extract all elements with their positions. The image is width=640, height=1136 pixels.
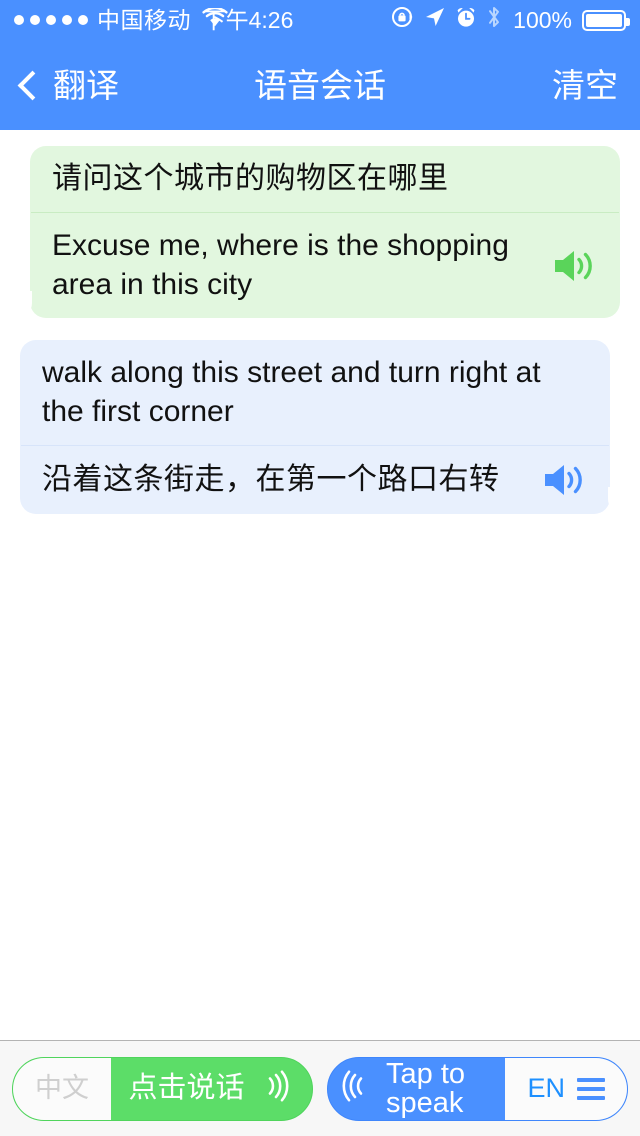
english-speak-button[interactable]: Tap to speak EN <box>327 1056 628 1121</box>
message-translation-line: 沿着这条街走，在第一个路口右转 <box>20 446 610 514</box>
wifi-icon <box>202 6 228 34</box>
back-button-label: 翻译 <box>53 66 119 104</box>
message-source-line: 请问这个城市的购物区在哪里 <box>30 146 620 212</box>
english-speak-label: Tap to speak <box>386 1057 465 1119</box>
status-bar: 中国移动 下午4:26 100% <box>0 0 640 40</box>
battery-full-icon <box>582 9 630 31</box>
speaker-icon[interactable] <box>542 460 588 500</box>
location-arrow-icon <box>424 6 446 34</box>
message-row: 请问这个城市的购物区在哪里 Excuse me, where is the sh… <box>0 146 640 320</box>
message-source-line: walk along this street and turn right at… <box>20 340 610 445</box>
chinese-speak-button[interactable]: 中文 点击说话 <box>12 1056 313 1121</box>
chinese-speak-segment[interactable]: 点击说话 <box>111 1058 312 1120</box>
message-bubble-incoming[interactable]: walk along this street and turn right at… <box>20 340 628 515</box>
chinese-speak-label: 点击说话 <box>128 1072 245 1104</box>
carrier-label: 中国移动 <box>97 6 191 33</box>
hamburger-menu-icon[interactable] <box>577 1077 605 1100</box>
conversation-list[interactable]: 请问这个城市的购物区在哪里 Excuse me, where is the sh… <box>0 130 640 1040</box>
chinese-language-label[interactable]: 中文 <box>13 1057 111 1120</box>
app-screen: 中国移动 下午4:26 100% 翻译 语音会话 清空 请问这个城市的购物区在哪… <box>0 0 640 1136</box>
message-row: walk along this street and turn right at… <box>0 340 640 515</box>
status-bar-right: 100% <box>391 5 630 35</box>
bluetooth-icon <box>486 5 502 35</box>
message-source-text: walk along this street and turn right at… <box>42 356 541 428</box>
english-speak-segment[interactable]: Tap to speak <box>328 1058 505 1120</box>
rotation-lock-icon <box>391 5 415 35</box>
message-bubble-outgoing[interactable]: 请问这个城市的购物区在哪里 Excuse me, where is the sh… <box>12 146 620 320</box>
message-gap <box>0 318 640 340</box>
message-translation-text: Excuse me, where is the shopping area in… <box>52 229 509 301</box>
back-button[interactable]: 翻译 <box>17 66 119 104</box>
status-bar-left: 中国移动 <box>14 6 228 34</box>
bottom-toolbar: 中文 点击说话 Tap to speak EN <box>0 1040 640 1136</box>
battery-percent-label: 100% <box>513 6 572 33</box>
clear-button[interactable]: 清空 <box>552 69 618 102</box>
english-language-label: EN <box>527 1073 565 1103</box>
english-language-selector[interactable]: EN <box>505 1057 627 1120</box>
message-translation-line: Excuse me, where is the shopping area in… <box>30 213 620 318</box>
sound-waves-icon <box>336 1069 370 1109</box>
navigation-bar: 翻译 语音会话 清空 <box>0 40 640 130</box>
signal-strength-dots <box>14 15 88 25</box>
speaker-icon[interactable] <box>552 246 598 286</box>
chevron-left-icon <box>17 70 48 101</box>
message-source-text: 请问这个城市的购物区在哪里 <box>52 162 449 195</box>
message-translation-text: 沿着这条街走，在第一个路口右转 <box>42 462 500 496</box>
sound-waves-icon <box>261 1069 295 1109</box>
alarm-clock-icon <box>455 6 477 34</box>
